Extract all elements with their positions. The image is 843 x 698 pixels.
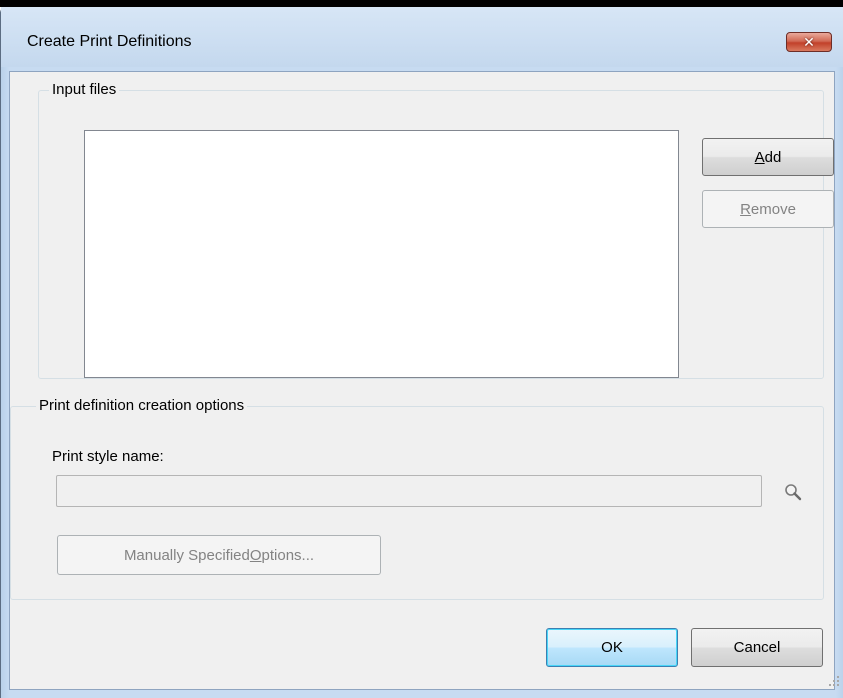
window-title: Create Print Definitions — [27, 33, 192, 50]
cancel-button[interactable]: Cancel — [691, 628, 823, 667]
input-files-group-label: Input files — [49, 81, 120, 98]
add-accel-key: A — [754, 148, 765, 166]
title-bar[interactable]: Create Print Definitions ✕ — [1, 7, 843, 67]
print-options-group: Print definition creation options Print … — [10, 397, 824, 600]
search-icon[interactable] — [783, 482, 803, 502]
input-files-group: Input files Add Remove — [38, 81, 834, 379]
manually-specified-options-button[interactable]: Manually Specified Options... — [57, 535, 381, 575]
remove-button[interactable]: Remove — [702, 190, 834, 228]
resize-grip-icon[interactable] — [828, 675, 840, 687]
dialog-window: Create Print Definitions ✕ Input files A… — [0, 7, 843, 698]
remove-accel-key: R — [740, 200, 751, 218]
add-button[interactable]: Add — [702, 138, 834, 176]
dialog-client-area: Input files Add Remove Print definition … — [9, 71, 839, 690]
close-icon: ✕ — [803, 33, 815, 50]
input-files-list[interactable] — [84, 130, 679, 378]
ok-button[interactable]: OK — [546, 628, 678, 667]
close-button[interactable]: ✕ — [786, 32, 832, 52]
options-accel-key: O — [249, 546, 262, 564]
print-style-name-input[interactable] — [56, 475, 762, 507]
print-options-group-label: Print definition creation options — [36, 397, 248, 414]
screen-top-edge — [0, 0, 843, 7]
print-style-name-label: Print style name: — [52, 448, 164, 465]
